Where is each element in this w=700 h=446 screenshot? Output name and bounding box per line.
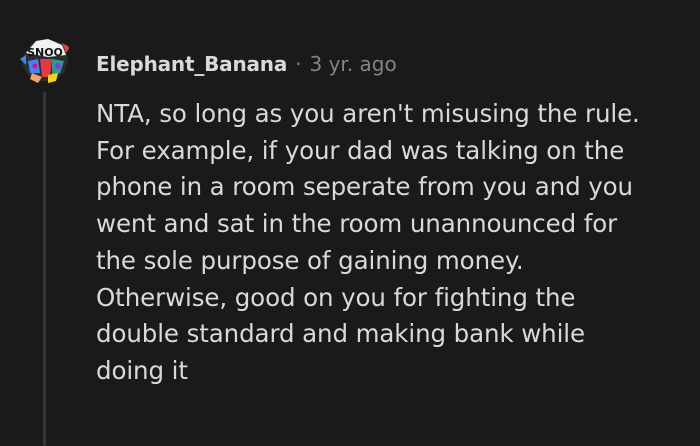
meta-separator: · (295, 52, 302, 76)
svg-text:SNOO: SNOO (27, 46, 63, 59)
thread-line[interactable] (43, 92, 46, 446)
body-line: NTA, so long as you aren't misusing the … (96, 99, 640, 128)
avatar[interactable]: SNOO (18, 33, 72, 87)
comment: SNOO Elephant_Banana · 3 yr. ago NTA, so… (0, 0, 700, 446)
body-line: the sole purpose of gaining money. (96, 245, 524, 275)
snoo-avatar-icon: SNOO (18, 33, 72, 87)
comment-header: Elephant_Banana · 3 yr. ago (96, 48, 397, 80)
body-line: For example, if your dad was talking on … (96, 135, 625, 165)
body-line: double standard and making bank while (96, 319, 585, 349)
username-link[interactable]: Elephant_Banana (96, 52, 287, 76)
body-line: Otherwise, good on you for fighting the (96, 282, 576, 312)
comment-body: NTA, so long as you aren't misusing the … (96, 96, 686, 390)
body-line: doing it (96, 355, 188, 385)
body-line: phone in a room seperate from you and yo… (96, 172, 633, 202)
timestamp-link[interactable]: 3 yr. ago (310, 52, 397, 76)
body-line: went and sat in the room unannounced for (96, 209, 618, 239)
